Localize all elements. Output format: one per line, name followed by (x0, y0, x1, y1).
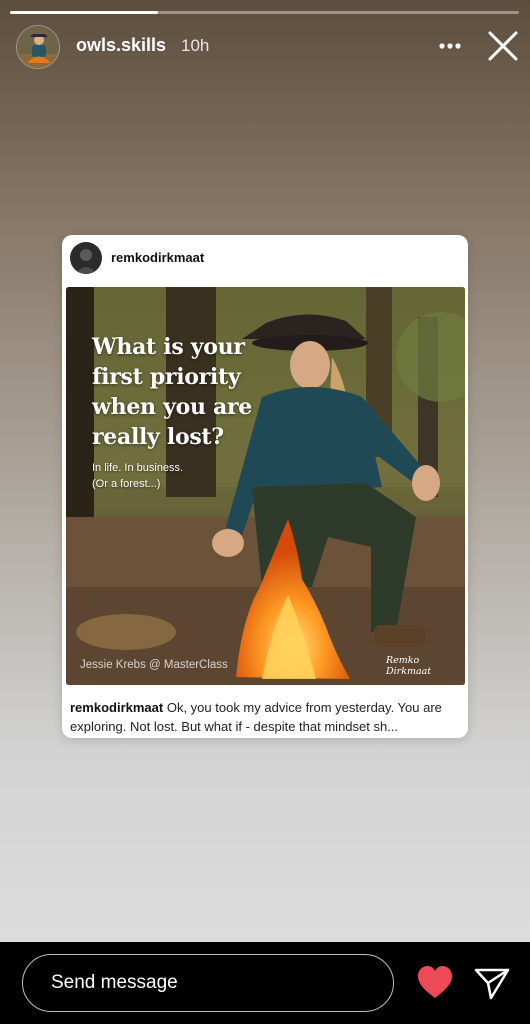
send-icon[interactable] (472, 964, 512, 1002)
post-headline: What is your first priority when you are… (92, 334, 252, 450)
close-icon[interactable] (485, 28, 521, 64)
more-options-icon[interactable] (432, 30, 468, 62)
story-progress-fill (10, 11, 158, 14)
post-subline: In life. In business. (Or a forest...) (92, 460, 183, 492)
send-message-input[interactable] (22, 954, 394, 1012)
shared-post-card[interactable]: remkodirkmaat What is your first priorit… (62, 235, 468, 738)
post-subline-2: (Or a forest...) (92, 478, 161, 490)
post-author-avatar[interactable] (70, 242, 102, 274)
story-view: owls.skills 10h remkodirkmaat What is yo… (0, 0, 530, 942)
heart-icon[interactable] (416, 964, 454, 1002)
photo-credit: Jessie Krebs @ MasterClass (80, 659, 228, 671)
story-progress-bar (10, 11, 519, 14)
story-username[interactable]: owls.skills (76, 35, 166, 56)
post-caption[interactable]: remkodirkmaat Ok, you took my advice fro… (70, 698, 462, 738)
reply-bar (0, 942, 530, 1024)
post-image[interactable]: What is your first priority when you are… (66, 287, 465, 685)
story-avatar[interactable] (16, 25, 60, 69)
story-timestamp: 10h (181, 36, 210, 55)
signature-logo: Remko Dirkmaat (386, 655, 432, 677)
post-subline-1: In life. In business. (92, 462, 184, 474)
caption-username[interactable]: remkodirkmaat (70, 700, 163, 715)
post-author-username[interactable]: remkodirkmaat (111, 250, 204, 265)
